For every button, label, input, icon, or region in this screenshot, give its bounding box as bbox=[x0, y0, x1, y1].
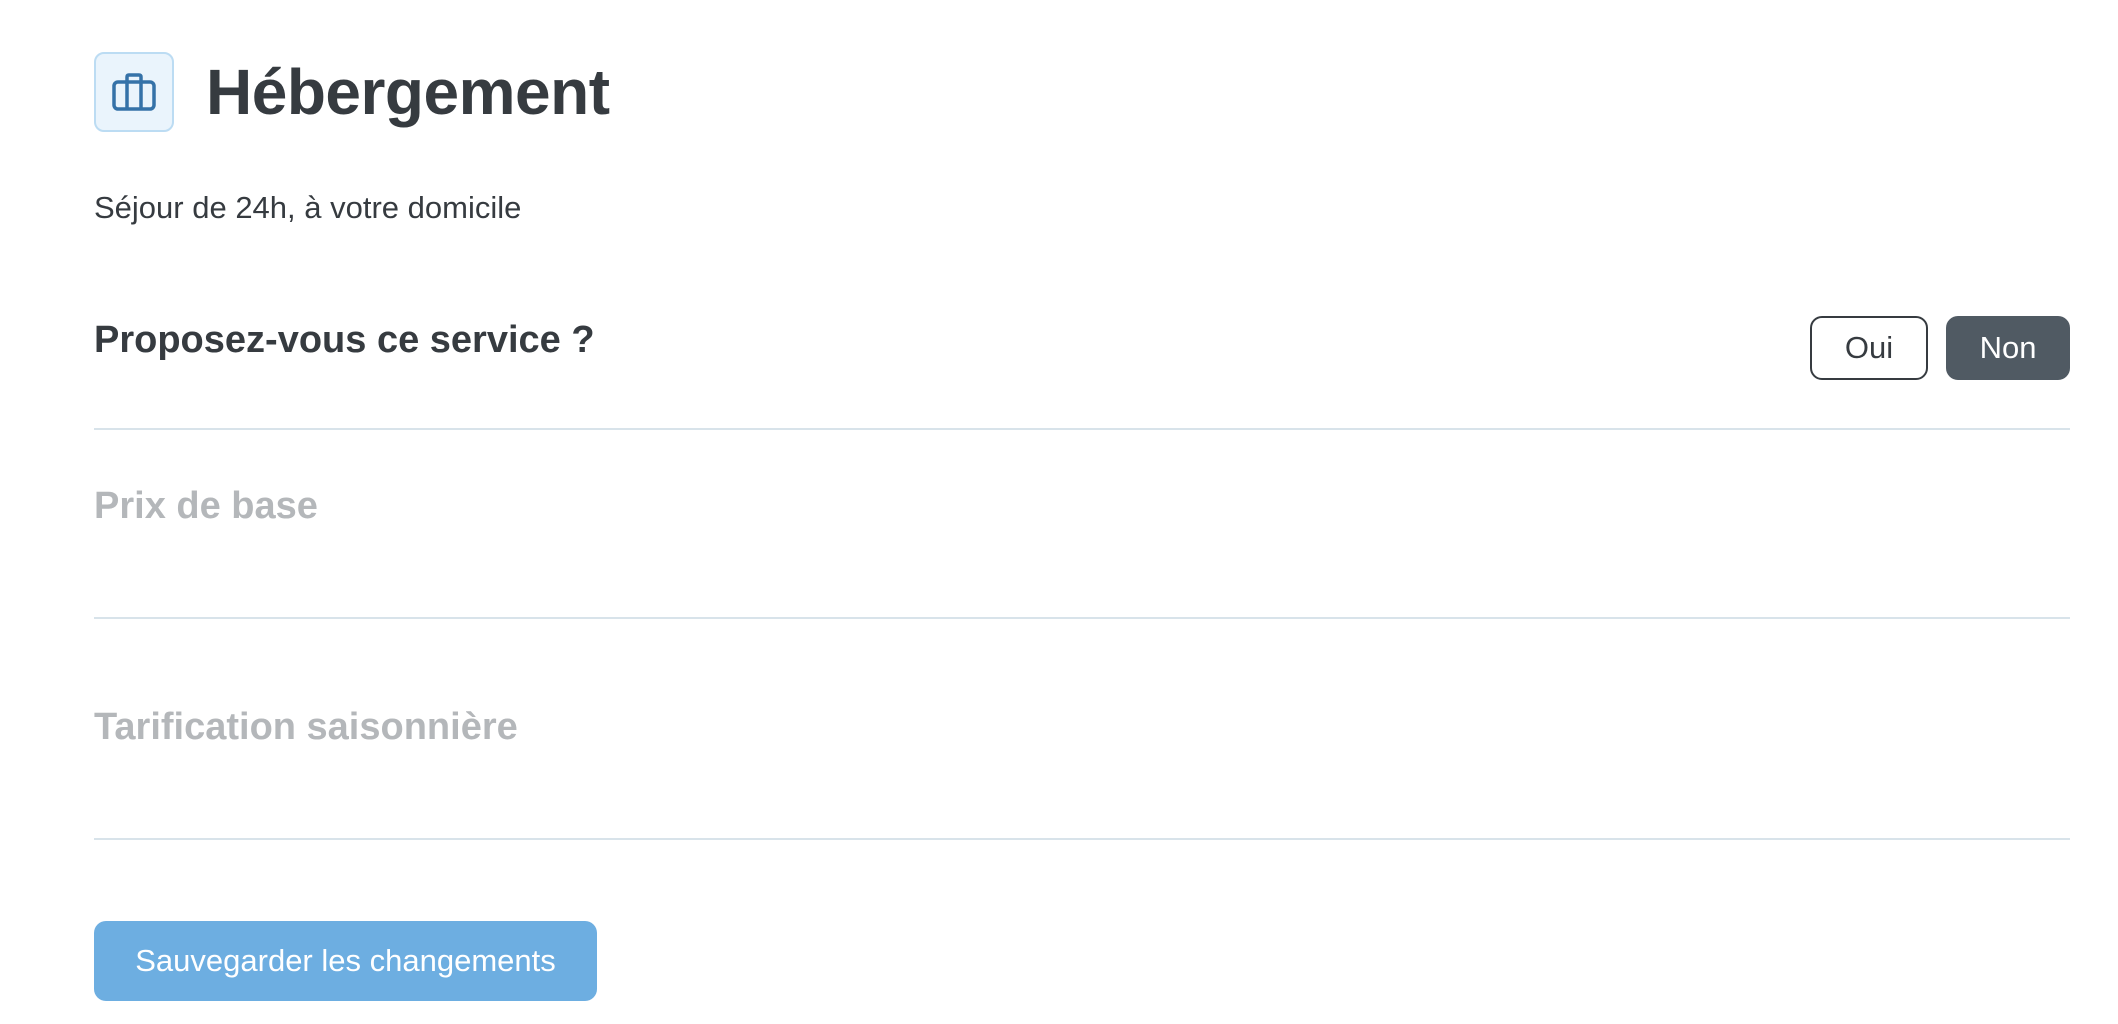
yes-button[interactable]: Oui bbox=[1810, 316, 1928, 380]
section-header: Hébergement bbox=[94, 52, 610, 132]
seasonal-pricing-section: Tarification saisonnière bbox=[94, 619, 2070, 840]
save-changes-button[interactable]: Sauvegarder les changements bbox=[94, 921, 597, 1001]
service-icon-container bbox=[94, 52, 174, 132]
no-button[interactable]: Non bbox=[1946, 316, 2070, 380]
base-price-label: Prix de base bbox=[94, 485, 318, 527]
page-title: Hébergement bbox=[206, 56, 610, 128]
service-offer-row: Proposez-vous ce service ? Oui Non bbox=[94, 300, 2070, 430]
service-settings-page: Hébergement Séjour de 24h, à votre domic… bbox=[0, 0, 2118, 1024]
base-price-section: Prix de base bbox=[94, 430, 2070, 619]
seasonal-pricing-label: Tarification saisonnière bbox=[94, 706, 518, 748]
service-offer-toggle: Oui Non bbox=[1810, 316, 2070, 380]
service-offer-question: Proposez-vous ce service ? bbox=[94, 319, 595, 361]
briefcase-icon bbox=[112, 73, 156, 111]
service-description: Séjour de 24h, à votre domicile bbox=[94, 190, 522, 225]
